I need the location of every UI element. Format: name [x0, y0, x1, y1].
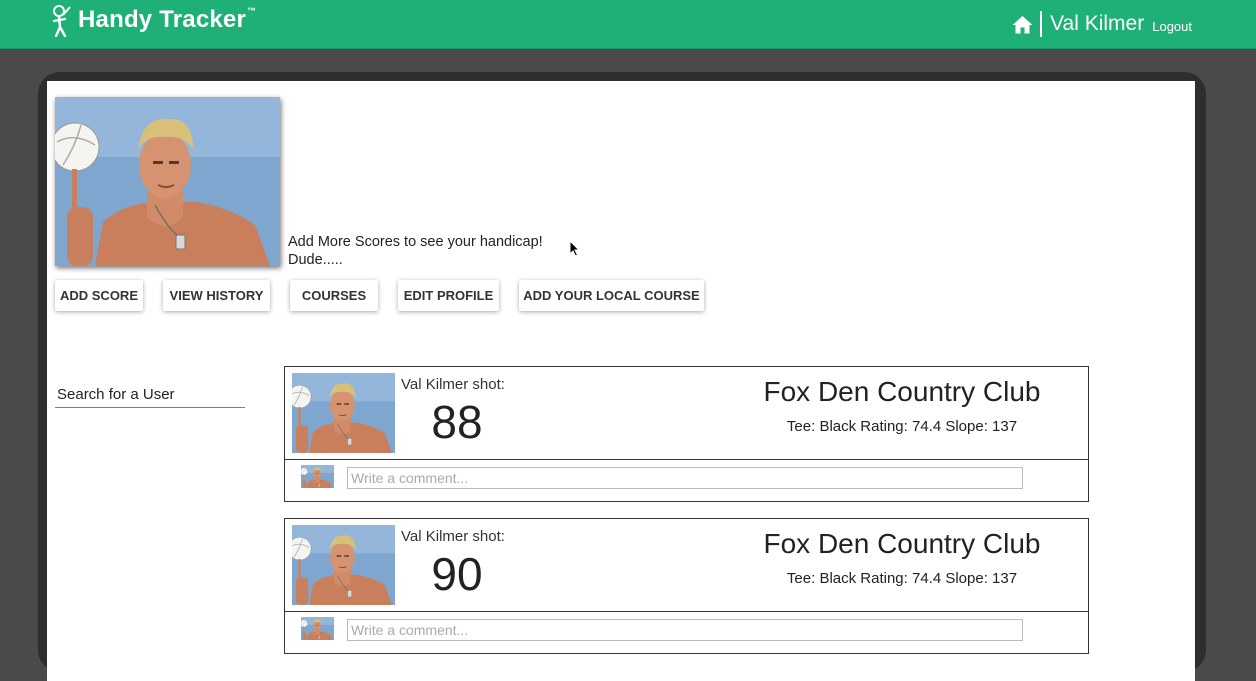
home-icon[interactable] — [1012, 15, 1033, 34]
current-user-name[interactable]: Val Kilmer — [1050, 12, 1144, 36]
profile-tagline: Dude..... — [288, 252, 343, 268]
logout-link[interactable]: Logout — [1152, 19, 1192, 34]
profile-image — [55, 97, 280, 266]
trademark-mark: ™ — [247, 6, 257, 16]
search-user-input[interactable] — [55, 383, 245, 405]
course-name: Fox Den Country Club — [763, 528, 1041, 559]
tee-info: Tee: Black Rating: 74.4 Slope: 137 — [786, 570, 1018, 587]
handicap-message: Add More Scores to see your handicap! — [288, 234, 543, 250]
user-nav: Val Kilmer Logout — [1012, 8, 1192, 40]
golfer-icon — [52, 5, 71, 37]
score-value: 88 — [431, 396, 483, 448]
shot-label: Val Kilmer shot: — [401, 528, 505, 545]
commenter-image — [301, 465, 334, 488]
add-score-button[interactable]: ADD SCORE — [55, 280, 143, 311]
commenter-avatar — [301, 465, 334, 488]
course-name: Fox Den Country Club — [763, 376, 1041, 407]
commenter-avatar — [301, 617, 334, 640]
comment-input[interactable] — [347, 619, 1023, 641]
edit-profile-button[interactable]: EDIT PROFILE — [398, 280, 499, 311]
brand-logo[interactable]: Handy Tracker ™ — [48, 3, 256, 37]
nav-divider — [1040, 11, 1043, 37]
user-search — [55, 383, 245, 408]
profile-photo — [55, 97, 280, 266]
score-card: Val Kilmer shot: 88 Fox Den Country Club… — [284, 366, 1089, 502]
tee-info: Tee: Black Rating: 74.4 Slope: 137 — [786, 418, 1018, 435]
handicap-message-block: Add More Scores to see your handicap! Du… — [288, 233, 543, 269]
score-card: Val Kilmer shot: 90 Fox Den Country Club… — [284, 518, 1089, 654]
mouse-cursor-icon — [569, 240, 580, 257]
player-image — [292, 525, 395, 605]
player-image — [292, 373, 395, 453]
commenter-image — [301, 617, 334, 640]
score-value: 90 — [431, 548, 483, 600]
top-navbar: Handy Tracker ™ Val Kilmer Logout — [0, 0, 1256, 49]
brand-name: Handy Tracker — [78, 6, 247, 33]
player-avatar — [292, 525, 395, 605]
shot-label: Val Kilmer shot: — [401, 376, 505, 393]
player-avatar — [292, 373, 395, 453]
score-card-header: Val Kilmer shot: 88 Fox Den Country Club… — [285, 367, 1088, 460]
courses-button[interactable]: COURSES — [290, 280, 378, 311]
view-history-button[interactable]: VIEW HISTORY — [163, 280, 270, 311]
comment-input[interactable] — [347, 467, 1023, 489]
score-card-header: Val Kilmer shot: 90 Fox Den Country Club… — [285, 519, 1088, 612]
add-local-course-button[interactable]: ADD YOUR LOCAL COURSE — [519, 280, 704, 311]
